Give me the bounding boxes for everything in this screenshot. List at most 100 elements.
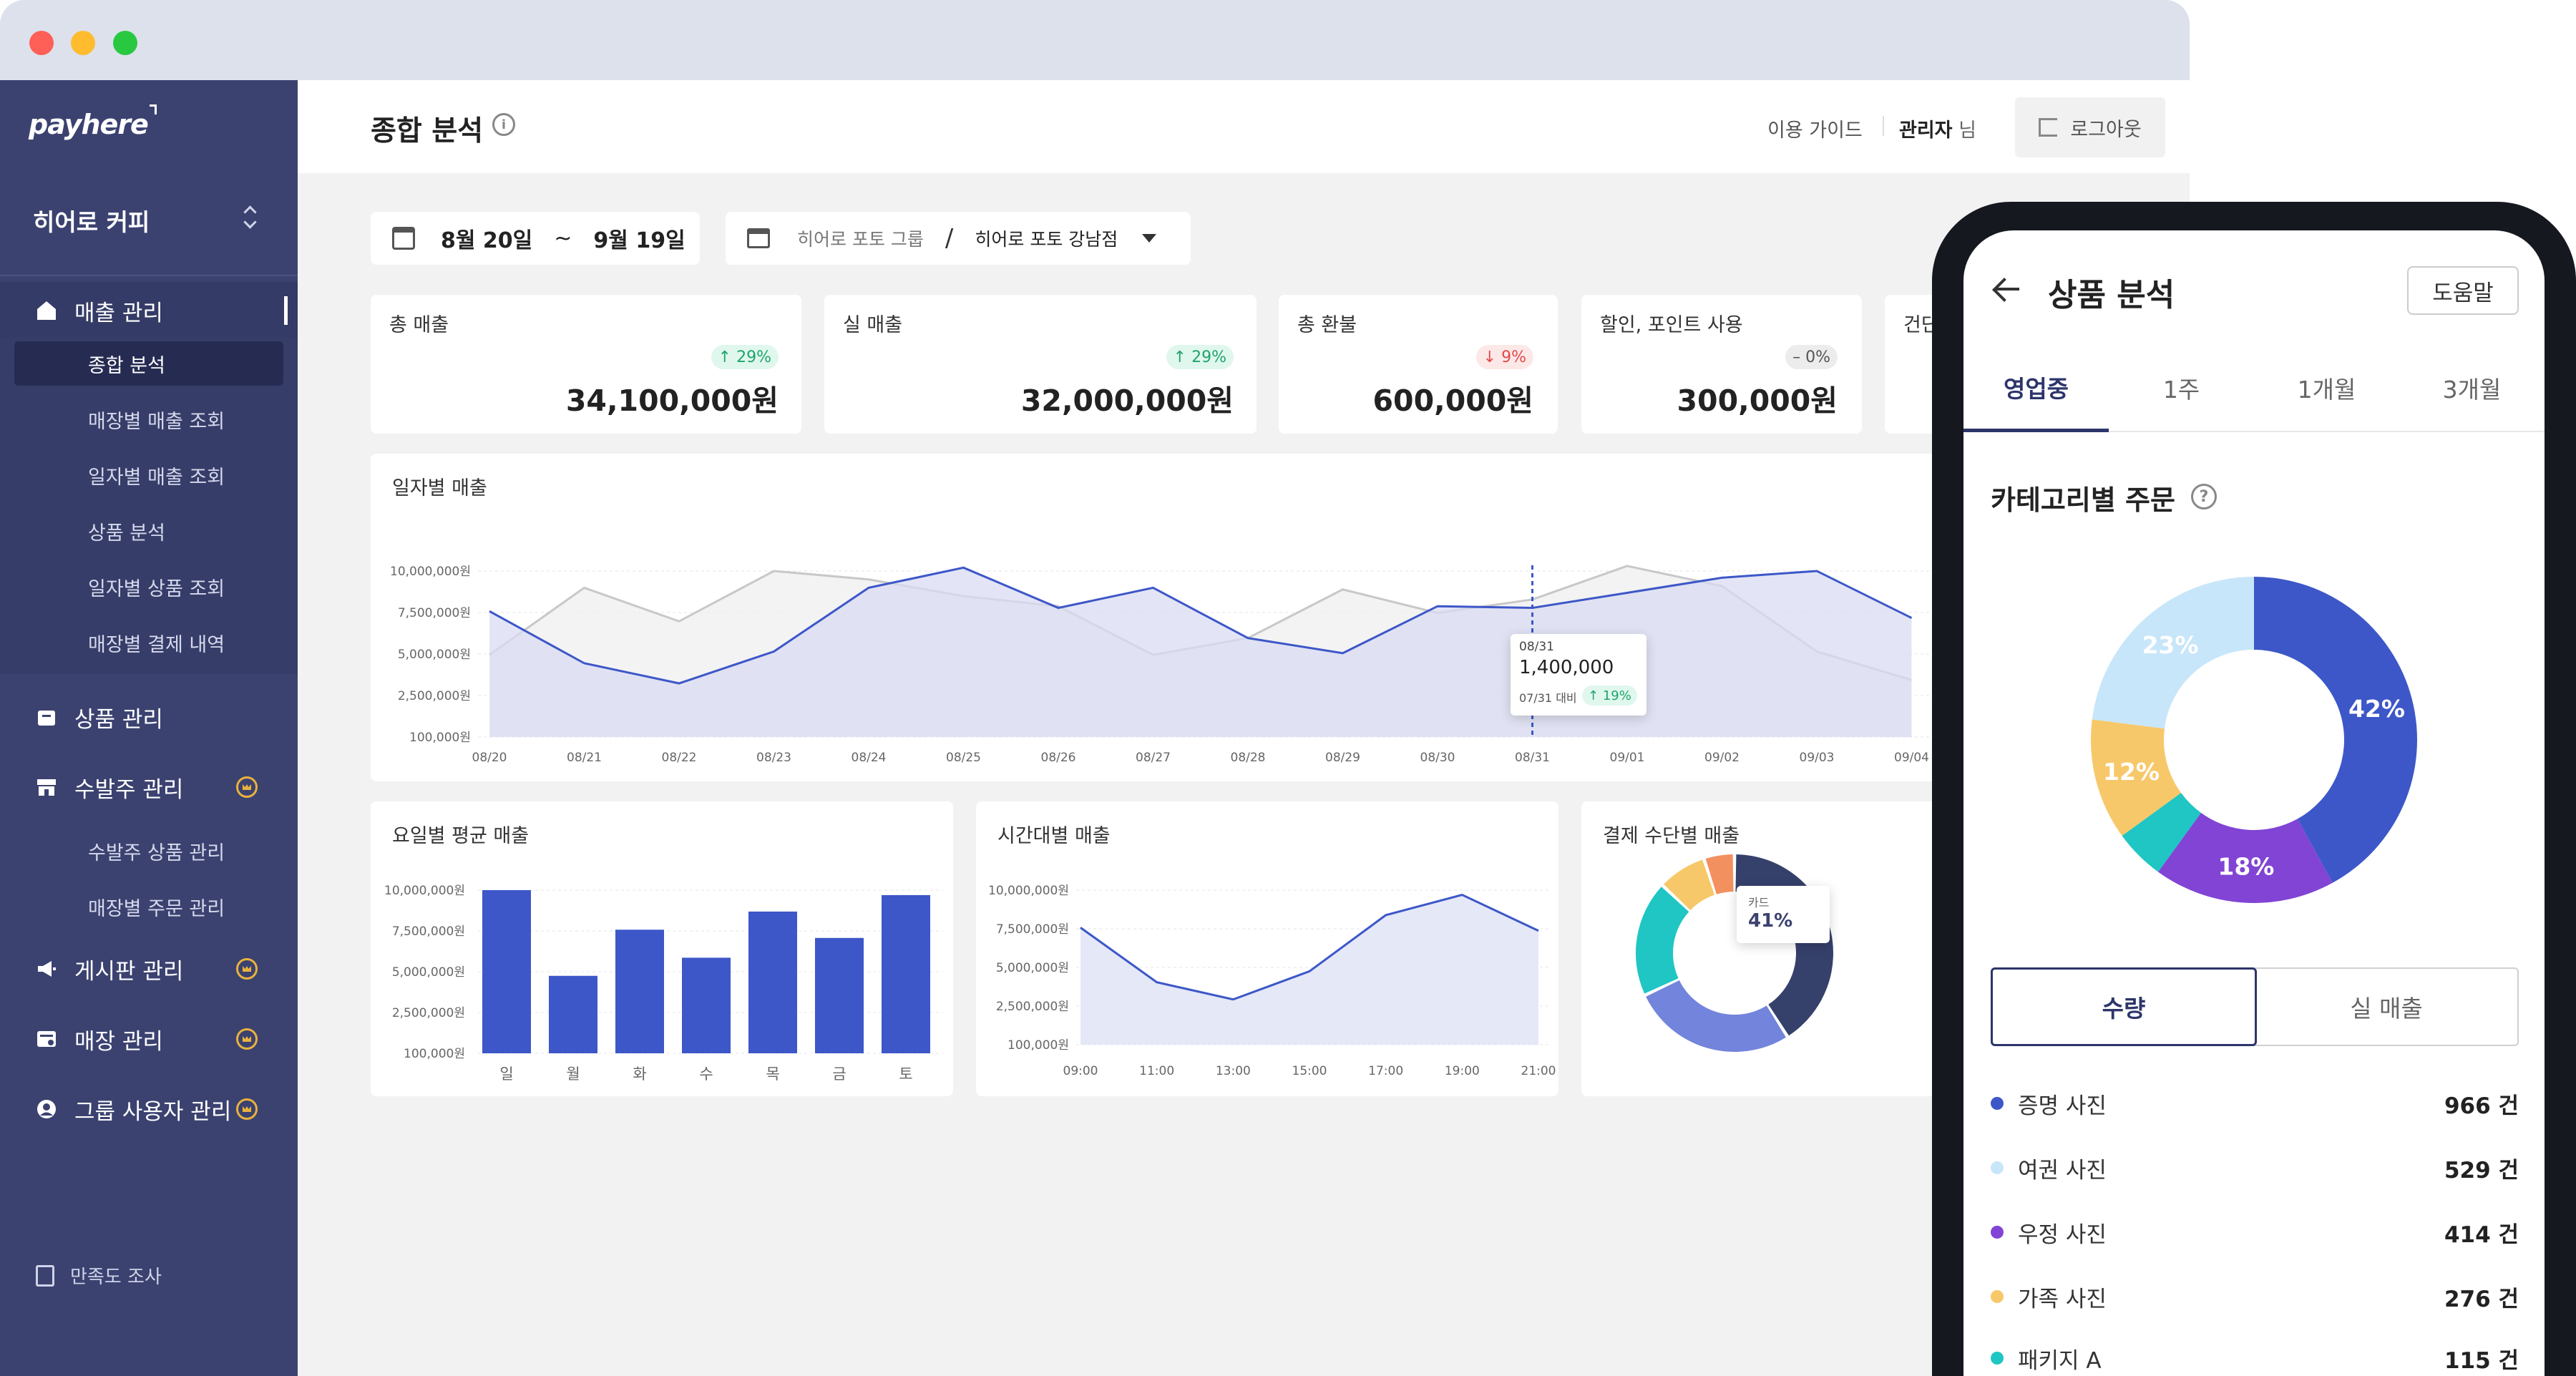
clipboard-icon <box>36 1264 54 1287</box>
kpi-change: 29% <box>1191 348 1226 366</box>
slice-label: 18% <box>2218 853 2274 881</box>
legend-dot <box>1991 1161 2004 1174</box>
submenu-item-daily-sales[interactable]: 일자별 매출 조회 <box>14 453 283 497</box>
kpi-card-net-sales: 실 매출 ↑ 29% 32,000,000원 <box>824 295 1257 434</box>
y-tick-label: 7,500,000원 <box>392 924 465 939</box>
submenu-item-order-products[interactable]: 수발주 상품 관리 <box>0 829 298 873</box>
x-tick-label: 09/04 <box>1894 751 1929 765</box>
list-item[interactable]: 증명 사진 966 건 <box>1991 1082 2519 1125</box>
chevron-updown-icon[interactable] <box>242 203 259 229</box>
submenu-item-daily-products[interactable]: 일자별 상품 조회 <box>14 565 283 609</box>
chart-tooltip: 08/31 1,400,000 07/31 대비 ↑ 19% <box>1511 634 1646 716</box>
filter-separator: / <box>945 224 954 253</box>
submenu-item-store-payments[interactable]: 매장별 결제 내역 <box>14 620 283 665</box>
submenu-item-overview[interactable]: 종합 분석 <box>14 341 283 386</box>
list-item-count: 115 건 <box>2444 1347 2519 1374</box>
tab-1-week[interactable]: 1주 <box>2109 345 2254 431</box>
bar <box>682 957 731 1053</box>
sidebar-item-label: 상품 관리 <box>74 706 163 733</box>
logout-button[interactable]: 로그아웃 <box>2015 97 2165 157</box>
crown-icon <box>236 1098 258 1120</box>
sidebar-item-sales[interactable]: 매출 관리 <box>0 282 298 339</box>
y-tick-label: 100,000원 <box>409 731 471 745</box>
kpi-card-discounts: 할인, 포인트 사용 – 0% 300,000원 <box>1581 295 1862 434</box>
sidebar-item-store[interactable]: 매장 관리 <box>0 1010 298 1068</box>
y-tick-label: 2,500,000원 <box>996 1000 1069 1014</box>
submenu-item-store-sales[interactable]: 매장별 매출 조회 <box>14 397 283 441</box>
tab-open[interactable]: 영업중 <box>1963 345 2109 432</box>
tooltip-label: 카드 <box>1748 896 1770 909</box>
submenu-item-product-analysis[interactable]: 상품 분석 <box>14 509 283 553</box>
metric-toggle: 수량 실 매출 <box>1991 967 2519 1046</box>
list-item[interactable]: 우정 사진 414 건 <box>1991 1211 2519 1254</box>
sidebar-item-board[interactable]: 게시판 관리 <box>0 940 298 997</box>
caret-down-icon <box>1142 234 1157 243</box>
slice-label: 12% <box>2103 758 2160 786</box>
window-close-button[interactable] <box>29 31 54 55</box>
guide-link[interactable]: 이용 가이드 <box>1767 114 1863 142</box>
list-item[interactable]: 가족 사진 276 건 <box>1991 1275 2519 1318</box>
page-header: 종합 분석 i 이용 가이드 관리자 님 로그아웃 <box>298 80 2190 173</box>
list-item-name: 가족 사진 <box>2018 1286 2107 1312</box>
help-button[interactable]: 도움말 <box>2407 266 2519 315</box>
series-area <box>1080 894 1538 1045</box>
kpi-change-badge: ↑ 29% <box>1166 345 1234 369</box>
x-tick-label: 08/29 <box>1325 751 1360 765</box>
help-circle-icon[interactable]: ? <box>2191 484 2217 509</box>
legend-dot <box>1991 1352 2004 1365</box>
bar <box>748 911 797 1053</box>
active-indicator <box>284 296 288 325</box>
store-filter-dropdown[interactable]: 히어로 포토 그룹 / 히어로 포토 강남점 <box>726 212 1191 265</box>
tooltip-compare: 07/31 대비 <box>1519 691 1577 705</box>
pie-slice <box>1735 854 1833 1036</box>
sidebar-item-group-user[interactable]: 그룹 사용자 관리 <box>0 1080 298 1138</box>
tab-1-month[interactable]: 1개월 <box>2254 345 2399 431</box>
sidebar-item-product[interactable]: 상품 관리 <box>0 688 298 746</box>
sidebar-item-label: 매출 관리 <box>74 300 163 326</box>
date-to: 9월 19일 <box>593 228 686 253</box>
logout-icon <box>2039 118 2058 137</box>
store-selector-name[interactable]: 히어로 커피 <box>33 203 150 238</box>
home-icon <box>34 298 59 323</box>
hourly-sales-chart[interactable]: 10,000,000원 7,500,000원 5,000,000원 2,500,000… <box>976 801 1558 1096</box>
x-tick-label: 08/24 <box>852 751 887 765</box>
toggle-net-sales[interactable]: 실 매출 <box>2255 969 2517 1045</box>
weekday-sales-chart[interactable]: 10,000,000원 7,500,000원 5,000,000원 2,500,000… <box>371 801 953 1096</box>
toggle-quantity[interactable]: 수량 <box>1991 967 2257 1046</box>
date-range-picker[interactable]: 8월 20일 ~ 9월 19일 <box>371 212 700 265</box>
payhere-logo[interactable]: payhere <box>29 104 157 140</box>
submenu-item-store-orders[interactable]: 매장별 주문 관리 <box>0 884 298 929</box>
sidebar-item-label: 매장 관리 <box>74 1028 163 1055</box>
kpi-change-badge: ↑ 29% <box>711 345 779 369</box>
tab-3-months[interactable]: 3개월 <box>2399 345 2545 431</box>
kpi-label: 총 매출 <box>389 314 449 336</box>
list-item[interactable]: 여권 사진 529 건 <box>1991 1146 2519 1189</box>
x-tick-label: 수 <box>699 1065 713 1083</box>
y-tick-label: 10,000,000원 <box>390 565 471 579</box>
kpi-change: 9% <box>1501 348 1526 366</box>
info-icon[interactable]: i <box>492 113 515 136</box>
kpi-card-total-sales: 총 매출 ↑ 29% 34,100,000원 <box>371 295 801 434</box>
category-orders-chart[interactable]: 42% 18% 12% 23% <box>1963 538 2545 939</box>
window-maximize-button[interactable] <box>113 31 137 55</box>
x-tick-label: 월 <box>566 1065 580 1083</box>
sidebar-item-label: 수발주 관리 <box>74 776 184 803</box>
sidebar-item-order[interactable]: 수발주 관리 <box>0 758 298 816</box>
daily-sales-chart[interactable]: 10,000,000원 7,500,000원 5,000,000원 2,500,000… <box>371 454 2190 781</box>
x-tick-label: 09/02 <box>1704 751 1740 765</box>
kpi-value: 600,000원 <box>1372 384 1533 418</box>
x-tick-label: 08/21 <box>567 751 602 765</box>
bar <box>549 975 597 1053</box>
store-icon <box>34 775 59 799</box>
window-minimize-button[interactable] <box>71 31 95 55</box>
slice-label: 42% <box>2348 695 2405 723</box>
y-tick-label: 5,000,000원 <box>996 961 1069 975</box>
y-tick-label: 10,000,000원 <box>384 884 465 898</box>
bar <box>482 890 531 1053</box>
y-tick-label: 7,500,000원 <box>996 922 1069 937</box>
daily-sales-panel: 일자별 매출 10,000,000원 7,500,000원 5,000,000원 2,… <box>371 454 2190 781</box>
pie-slice <box>1646 980 1786 1052</box>
survey-link[interactable]: 만족도 조사 <box>36 1262 162 1289</box>
list-item[interactable]: 패키지 A 115 건 <box>1991 1337 2519 1376</box>
back-arrow-icon[interactable] <box>1992 275 2021 303</box>
